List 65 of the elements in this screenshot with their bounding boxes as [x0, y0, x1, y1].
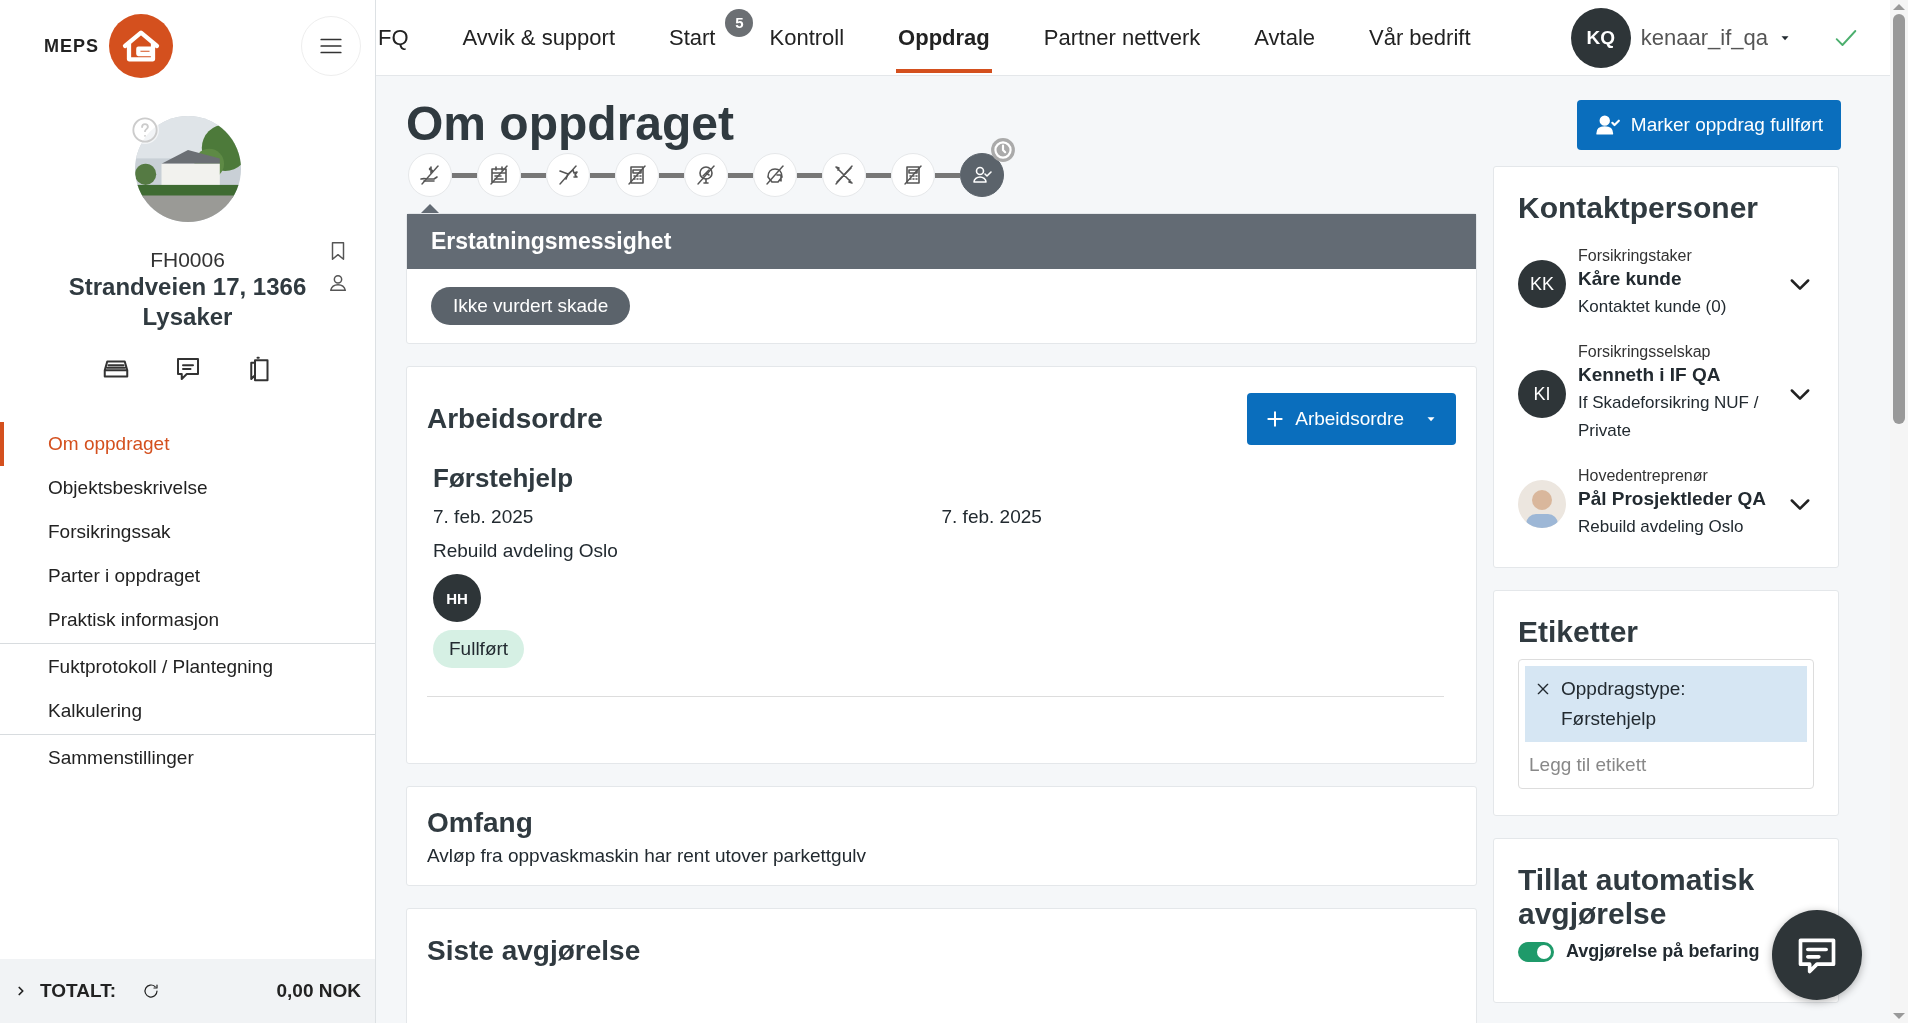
sidebar-item[interactable]: Kalkulering	[0, 689, 375, 733]
sidebar-item[interactable]: Parter i oppdraget	[0, 554, 375, 598]
total-label: TOTALT:	[40, 980, 116, 1002]
nav-tab[interactable]: Avvik & support	[460, 2, 617, 73]
section-title: Kontaktpersoner	[1518, 191, 1760, 225]
nav-tab[interactable]: Oppdrag	[896, 2, 992, 73]
contact-role: Forsikringstaker	[1578, 247, 1693, 265]
address-title: Strandveien 17, 1366 Lysaker	[67, 272, 308, 332]
tag-field[interactable]: Oppdragstype: Førstehjelp Legg til etikett	[1518, 659, 1814, 789]
nav-tab[interactable]: Avtale	[1252, 2, 1317, 73]
house-logo-icon	[109, 14, 173, 78]
assignee-avatar: HH	[433, 574, 481, 622]
toggle-switch[interactable]	[1518, 941, 1554, 962]
scroll-down-arrow[interactable]	[1893, 1013, 1905, 1019]
step-button[interactable]	[960, 153, 1004, 197]
sidebar-item[interactable]: Praktisk informasjon	[0, 598, 375, 642]
complete-button[interactable]: Marker oppdrag fullført	[1576, 100, 1841, 150]
contact-name: Pål Prosjektleder QA	[1578, 488, 1767, 510]
refresh-icon[interactable]	[142, 982, 160, 1000]
contact-avatar: KI	[1518, 370, 1566, 418]
tools-icon	[832, 163, 856, 187]
contact-avatar: KK	[1518, 260, 1566, 308]
contact-role: Hovedentreprenør	[1578, 467, 1709, 485]
nav-tab[interactable]: Vår bedrift	[1367, 2, 1473, 73]
sidebar-item[interactable]: Om oppdraget	[0, 422, 375, 466]
start-date: 7. feb. 2025	[433, 506, 535, 528]
contact-role: Forsikringsselskap	[1578, 343, 1712, 361]
nav-tab[interactable]: Kontroll	[767, 2, 847, 73]
user-avatar[interactable]: KQ	[1570, 7, 1631, 68]
sidebar-item[interactable]: Forsikringssak	[0, 510, 375, 554]
logo-text: MEPS	[44, 35, 99, 57]
tag-text: Oppdragstype: Førstehjelp	[1561, 677, 1687, 731]
scope-text: Avløp fra oppvaskmaskin har rent utover parkettgulv	[427, 845, 867, 867]
case-id: FH0006	[149, 248, 226, 272]
sidebar-item[interactable]: Objektsbeskrivelse	[0, 466, 375, 510]
scrollbar-thumb[interactable]	[1893, 14, 1905, 424]
section-title: Arbeidsordre	[427, 403, 603, 435]
toggle-label: Avgjørelse på befaring	[1566, 941, 1760, 962]
nav-tab[interactable]: Start	[667, 2, 718, 73]
contact-detail: If Skadeforsikring NUF / Private	[1578, 392, 1760, 442]
contact-name: Kenneth i IF QA	[1578, 364, 1722, 386]
section-title: Etiketter	[1518, 615, 1640, 649]
sidebar-item[interactable]: Sammenstillinger	[0, 736, 375, 780]
section-header: Erstatningsmessighet	[407, 214, 1476, 269]
status-pill: Fullført	[433, 630, 525, 668]
contact-detail: Kontaktet kunde (0)	[1578, 296, 1728, 318]
section-title: Omfang	[427, 807, 534, 839]
user-name[interactable]: kenaar_if_qa	[1640, 24, 1768, 51]
total-value: 0,00 NOK	[276, 980, 361, 1002]
person-icon[interactable]	[327, 272, 349, 294]
section-title: Siste avgjørelse	[427, 935, 642, 967]
count-badge: 5	[725, 8, 754, 37]
end-date: 7. feb. 2025	[941, 506, 1043, 528]
nav-tab[interactable]: FQ	[376, 2, 411, 73]
status-pill: Ikke vurdert skade	[431, 287, 631, 325]
nav-tab[interactable]: Partner nettverk	[1041, 2, 1203, 73]
contact-detail: Rebuild avdeling Oslo	[1578, 516, 1745, 538]
company-name: Rebuild avdeling Oslo	[433, 540, 618, 562]
section-title: Tillat automatisk avgjørelse	[1518, 863, 1756, 931]
add-work-order-button[interactable]: Arbeidsordre	[1247, 393, 1456, 445]
sidebar-item[interactable]: Fuktprotokoll / Plantegning	[0, 645, 375, 689]
page-title: Om oppdraget	[406, 96, 734, 151]
close-icon[interactable]	[1535, 681, 1551, 697]
work-order-title[interactable]: Førstehjelp	[433, 463, 574, 494]
contact-name: Kåre kunde	[1578, 268, 1683, 290]
